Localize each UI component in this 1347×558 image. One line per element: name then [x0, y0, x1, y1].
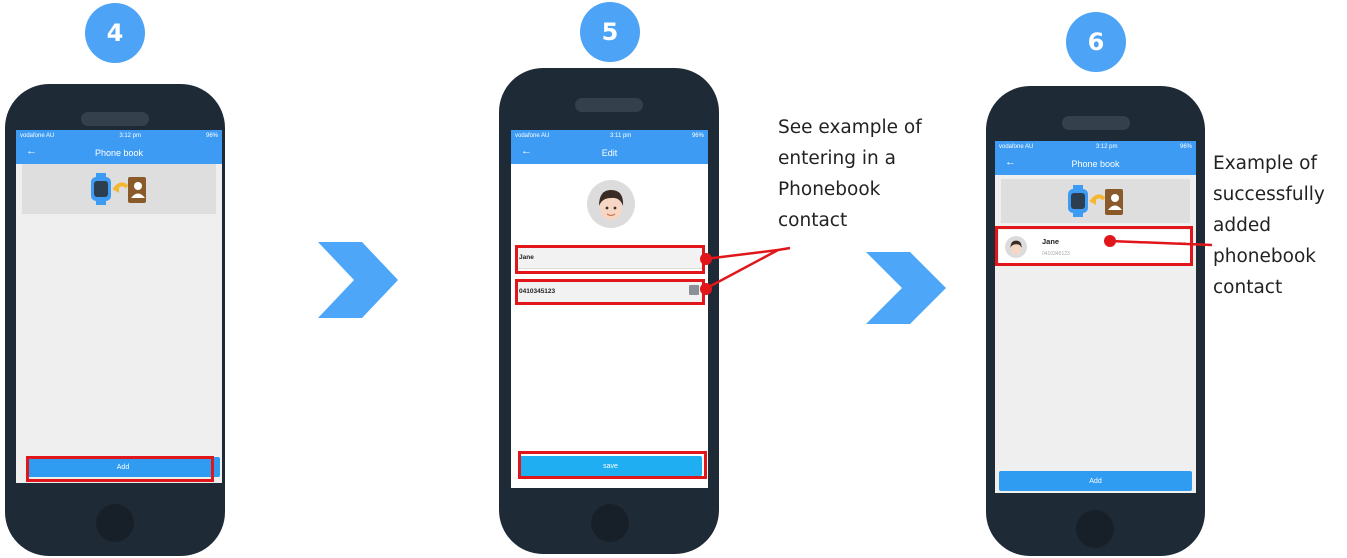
- caption-line: phonebook: [1213, 246, 1316, 267]
- time-label: 3:12 pm: [1095, 144, 1118, 150]
- caption-line: Phonebook: [778, 179, 881, 200]
- phone-step-5: vodafone AU 3:11 pm 96% ← Edit Jane 0410…: [499, 68, 719, 554]
- highlight-name-field: [515, 245, 705, 274]
- contact-book-icon: [1104, 189, 1123, 215]
- carrier-label: vodafone AU: [20, 133, 55, 139]
- battery-label: 96%: [1179, 144, 1192, 150]
- screen-title: Phone book: [1071, 159, 1120, 169]
- phone-step-6: vodafone AU 3:12 pm 96% ← Phone book Jan…: [986, 86, 1205, 556]
- caption-line: entering in a: [778, 148, 896, 169]
- back-arrow-icon[interactable]: ←: [26, 145, 37, 157]
- home-button[interactable]: [96, 504, 134, 542]
- time-label: 3:11 pm: [610, 133, 632, 139]
- nav-bar: ← Edit: [511, 142, 708, 164]
- phone-screen: vodafone AU 3:11 pm 96% ← Edit Jane 0410…: [511, 130, 708, 488]
- phone-speaker: [81, 112, 149, 126]
- step-6-badge: 6: [1066, 12, 1126, 72]
- carrier-label: vodafone AU: [515, 133, 550, 139]
- avatar-icon[interactable]: [587, 180, 635, 228]
- callout-connector: [700, 246, 791, 295]
- home-button[interactable]: [1076, 510, 1114, 548]
- phone-speaker: [575, 98, 643, 112]
- highlight-phone-field: [515, 279, 705, 305]
- caption-line: See example of: [778, 117, 922, 138]
- step-4-badge: 4: [85, 3, 145, 63]
- callout-connector: [1104, 235, 1213, 247]
- phone-screen: vodafone AU 3:12 pm 96% ← Phone book: [995, 141, 1196, 493]
- caption-line: Example of: [1213, 153, 1317, 174]
- watch-sync-illustration: [91, 173, 146, 205]
- chevron-right-icon: [318, 242, 398, 318]
- back-arrow-icon[interactable]: ←: [521, 145, 532, 157]
- status-bar: vodafone AU 3:12 pm 96%: [16, 130, 222, 142]
- phone-screen: vodafone AU 3:12 pm 96% ← Phone book: [16, 130, 222, 483]
- status-bar: vodafone AU 3:12 pm 96%: [995, 141, 1196, 153]
- watch-icon: [1067, 185, 1088, 217]
- screen-title: Edit: [601, 148, 618, 158]
- battery-label: 96%: [691, 133, 704, 139]
- status-bar: vodafone AU 3:11 pm 96%: [511, 130, 708, 142]
- highlight-add-button: [26, 456, 214, 482]
- caption-line: contact: [778, 210, 848, 231]
- screen-title: Phone book: [94, 148, 144, 158]
- nav-bar: ← Phone book: [995, 153, 1196, 175]
- time-label: 3:12 pm: [119, 133, 142, 139]
- phone-step-4: vodafone AU 3:12 pm 96% ← Phone book Add: [5, 84, 225, 556]
- caption-line: contact: [1213, 277, 1283, 298]
- home-button[interactable]: [591, 504, 629, 542]
- phonebook-sync-banner: [22, 164, 216, 214]
- highlight-save-button: [518, 451, 707, 479]
- phonebook-sync-banner: [1001, 179, 1190, 223]
- caption-line: added: [1213, 215, 1271, 236]
- edit-note-caption: See example of entering in a Phonebook c…: [778, 112, 922, 236]
- nav-bar: ← Phone book: [16, 142, 222, 164]
- contact-book-icon: [128, 177, 146, 203]
- chevron-right-icon: [866, 252, 946, 324]
- caption-line: successfully: [1213, 184, 1325, 205]
- step-5-badge: 5: [580, 2, 640, 62]
- back-arrow-icon[interactable]: ←: [1005, 156, 1016, 168]
- watch-icon: [91, 173, 111, 205]
- add-contact-button[interactable]: Add: [999, 471, 1192, 491]
- carrier-label: vodafone AU: [999, 144, 1034, 150]
- sync-arrow-icon: [1088, 194, 1105, 205]
- watch-sync-illustration: [1067, 185, 1123, 217]
- battery-label: 96%: [205, 133, 218, 139]
- sync-arrow-icon: [112, 182, 129, 193]
- added-note-caption: Example of successfully added phonebook …: [1213, 148, 1325, 303]
- phone-speaker: [1062, 116, 1130, 130]
